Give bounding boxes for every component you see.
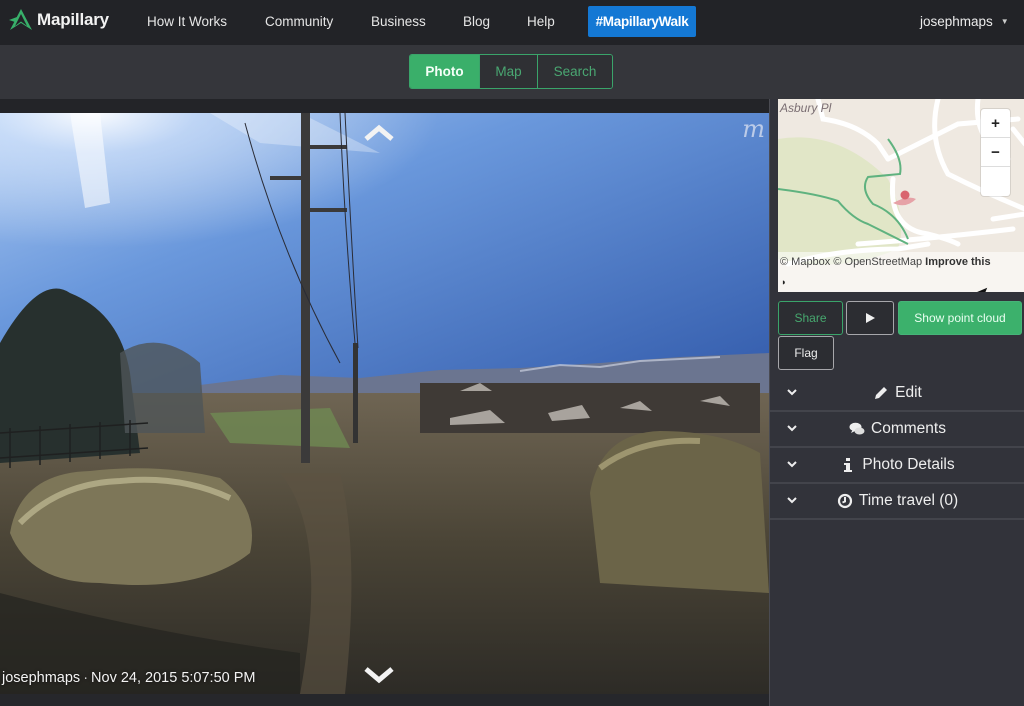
user-menu[interactable]: josephmaps ▼ xyxy=(920,14,1009,29)
chevron-down-icon xyxy=(787,425,797,432)
location-arrow-icon xyxy=(977,287,988,292)
sidebar: Asbury Pl + − © Mapbox © OpenStreetMap Im… xyxy=(769,99,1024,706)
chevron-down-icon[interactable] xyxy=(363,665,395,685)
geolocate-control[interactable]: ◗ xyxy=(781,274,988,292)
accordion-time-travel-label: Time travel (0) xyxy=(858,492,959,509)
tab-photo[interactable]: Photo xyxy=(410,55,479,88)
info-icon xyxy=(844,458,853,472)
accordion-comments[interactable]: Comments xyxy=(770,412,1024,448)
chevron-down-icon xyxy=(787,497,797,504)
compass-button[interactable] xyxy=(981,167,1010,196)
details-accordion: Edit Comments Photo Details Time travel … xyxy=(770,376,1024,520)
view-switch-bar: Photo Map Search xyxy=(0,45,1024,99)
tab-map[interactable]: Map xyxy=(479,55,537,88)
brand-name: Mapillary xyxy=(37,10,109,29)
mapillary-logo-icon xyxy=(9,9,32,30)
hashtag-campaign-button[interactable]: #MapillaryWalk xyxy=(588,6,696,37)
nav-how-it-works[interactable]: How It Works xyxy=(147,14,227,29)
clock-icon xyxy=(837,493,852,509)
improve-map-link[interactable]: Improve this xyxy=(925,256,990,268)
mapillary-watermark: m xyxy=(742,115,765,143)
viewer-bottom-border xyxy=(0,694,770,706)
photo-viewer[interactable]: m josephmaps · Nov 24, 2015 5:07:50 PM xyxy=(0,113,769,694)
chevron-up-icon[interactable] xyxy=(363,123,395,143)
minimap[interactable]: Asbury Pl + − © Mapbox © OpenStreetMap Im… xyxy=(778,99,1024,292)
viewer-top-border xyxy=(0,99,770,113)
share-button[interactable]: Share xyxy=(778,301,843,335)
photo-caption: josephmaps · Nov 24, 2015 5:07:50 PM xyxy=(2,670,255,686)
caption-separator: · xyxy=(83,670,89,686)
pencil-icon xyxy=(875,387,888,399)
accordion-edit-label: Edit xyxy=(895,384,922,401)
view-segmented-control: Photo Map Search xyxy=(409,54,613,89)
accordion-edit[interactable]: Edit xyxy=(770,376,1024,412)
nav-blog[interactable]: Blog xyxy=(463,14,490,29)
brand-logo-link[interactable]: Mapillary xyxy=(8,8,109,32)
top-navbar: Mapillary How It Works Community Busines… xyxy=(0,0,1024,45)
caret-down-icon: ▼ xyxy=(1000,17,1009,26)
chevron-down-icon xyxy=(787,389,797,396)
show-point-cloud-button[interactable]: Show point cloud xyxy=(898,301,1022,335)
play-button[interactable] xyxy=(846,301,894,335)
attribution-text[interactable]: © Mapbox © OpenStreetMap xyxy=(780,256,922,268)
nav-business[interactable]: Business xyxy=(371,14,426,29)
map-zoom-controls: + − xyxy=(981,109,1010,196)
chevron-down-icon xyxy=(787,461,797,468)
street-label: Asbury Pl xyxy=(780,101,832,115)
username: josephmaps xyxy=(920,14,993,29)
street-photo xyxy=(0,113,769,694)
comments-icon xyxy=(849,422,865,435)
accordion-photo-details-label: Photo Details xyxy=(862,456,955,473)
photo-author-link[interactable]: josephmaps xyxy=(2,670,80,686)
play-icon xyxy=(866,313,875,323)
nav-help[interactable]: Help xyxy=(527,14,555,29)
nav-community[interactable]: Community xyxy=(265,14,333,29)
photo-capture-time: Nov 24, 2015 5:07:50 PM xyxy=(91,670,256,686)
accordion-photo-details[interactable]: Photo Details xyxy=(770,448,1024,484)
flag-button[interactable]: Flag xyxy=(778,336,834,370)
map-attribution: © Mapbox © OpenStreetMap Improve this xyxy=(780,256,991,268)
accordion-time-travel[interactable]: Time travel (0) xyxy=(770,484,1024,520)
tab-search[interactable]: Search xyxy=(537,55,612,88)
accordion-comments-label: Comments xyxy=(871,420,946,437)
